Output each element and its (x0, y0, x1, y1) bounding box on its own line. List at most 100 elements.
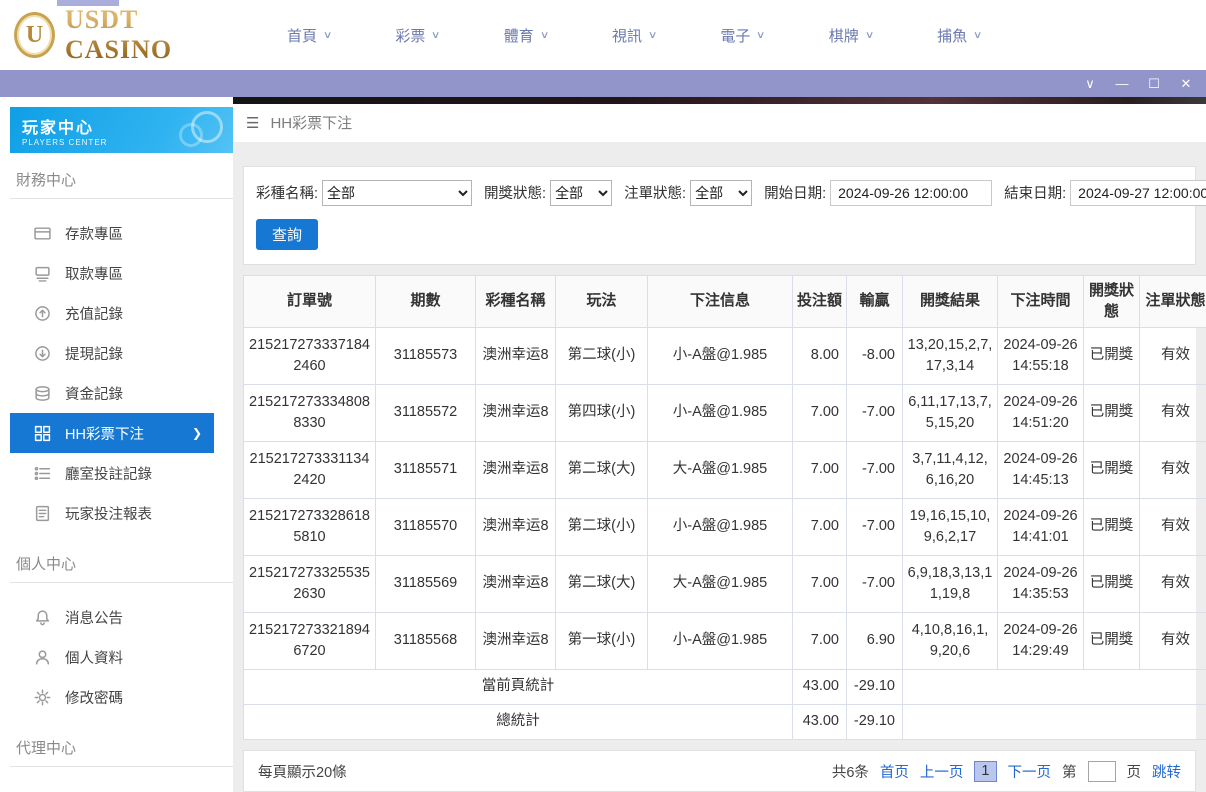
lottery-name-select[interactable]: 全部 (322, 179, 473, 206)
cashout-record-icon (34, 345, 51, 362)
first-page-link[interactable]: 首页 (880, 761, 909, 782)
sidebar-item-label: 充值記錄 (65, 306, 123, 323)
cell: 有效 (1139, 498, 1206, 556)
cell: 31185573 (375, 327, 476, 385)
nav-item[interactable]: 捕魚 ∨ (937, 25, 982, 46)
sidebar-item[interactable]: 取款專區 ❯ (10, 253, 214, 293)
page-jump-input[interactable] (1087, 760, 1116, 782)
player-report-icon (34, 505, 51, 522)
window-minimize-button[interactable]: — (1106, 70, 1138, 97)
cell: 13,20,15,2,7,17,3,14 (902, 327, 998, 385)
start-date-input[interactable] (830, 179, 993, 206)
cell: 第二球(大) (555, 555, 648, 613)
cell: 澳洲幸运8 (475, 384, 556, 442)
sidebar-item-label: 個人資料 (65, 650, 123, 667)
order-status-select[interactable]: 全部 (690, 179, 753, 206)
cell: 2024-09-26 14:41:01 (997, 498, 1084, 556)
prev-page-link[interactable]: 上一页 (920, 761, 964, 782)
search-button[interactable]: 查詢 (256, 218, 318, 250)
hall-record-icon (34, 465, 51, 482)
cell: 7.00 (792, 498, 847, 556)
sidebar-menu: 財務中心 存款專區 ❯ 取款專區 ❯ 充值記錄 ❯ 提現記錄 ❯ 資金記錄 ❯ … (10, 153, 233, 792)
nav-item[interactable]: 體育 ∨ (504, 25, 550, 46)
sidebar-title: 玩家中心 (22, 120, 95, 137)
sidebar-item[interactable]: 消息公告 ❯ (10, 597, 214, 637)
sidebar-item-label: 存款專區 (65, 226, 123, 243)
table-row: 2152172733311342420 31185571 澳洲幸运8 第二球(大) 大-… (243, 441, 1206, 499)
nav-item[interactable]: 視訊 ∨ (612, 25, 657, 46)
table-row: 2152172733348088330 31185572 澳洲幸运8 第四球(小) 小-… (243, 384, 1206, 442)
sidebar-subtitle: PLAYERS CENTER (22, 138, 108, 147)
cell: 小-A盤@1.985 (647, 327, 793, 385)
logo[interactable]: U USDT CASINO (14, 5, 229, 65)
sidebar-item[interactable]: 資金記錄 ❯ (10, 373, 214, 413)
hamburger-menu-icon[interactable]: ☰ (246, 114, 259, 132)
sidebar-item[interactable]: 代理規則說明 ❯ (10, 781, 214, 792)
column-header: 注單狀態 (1139, 274, 1206, 328)
sidebar-item[interactable]: 個人資料 ❯ (10, 637, 214, 677)
cell: 已開獎 (1083, 384, 1140, 442)
sidebar-item[interactable]: HH彩票下注 ❯ (10, 413, 214, 453)
summary-winloss-total: -29.10 (846, 669, 903, 705)
sidebar-item[interactable]: 充值記錄 ❯ (10, 293, 214, 333)
nav-item[interactable]: 彩票 ∨ (395, 25, 441, 46)
lottery-name-label: 彩種名稱: (256, 186, 319, 202)
person-icon (34, 649, 51, 666)
chevron-down-icon: ∨ (539, 29, 550, 41)
draw-status-label: 開獎狀態: (484, 186, 547, 202)
sidebar-section: 財務中心 存款專區 ❯ 取款專區 ❯ 充值記錄 ❯ 提現記錄 ❯ 資金記錄 ❯ … (10, 153, 233, 537)
jump-prefix-label: 第 (1062, 764, 1077, 781)
draw-status-select[interactable]: 全部 (550, 179, 613, 206)
cell: 2024-09-26 14:29:49 (997, 612, 1084, 670)
window-chevron-button[interactable]: ∨ (1074, 70, 1106, 97)
cell: -7.00 (846, 498, 903, 556)
cell: 6,11,17,13,7,5,15,20 (902, 384, 998, 442)
main-nav: 首頁 ∨ 彩票 ∨ 體育 ∨ 視訊 ∨ 電子 ∨ 棋牌 ∨ 捕魚 ∨ (287, 25, 983, 46)
chevron-down-icon: ∨ (431, 29, 441, 41)
nav-item-label: 首頁 (287, 27, 318, 45)
current-page-indicator: 1 (974, 760, 997, 782)
sidebar-header: 玩家中心 PLAYERS CENTER (10, 107, 233, 153)
cell: 31185571 (375, 441, 476, 499)
cell: 有效 (1139, 612, 1206, 670)
cell: 2024-09-26 14:51:20 (997, 384, 1084, 442)
funds-record-icon (34, 385, 51, 402)
bell-icon (34, 609, 51, 626)
filter-panel: 彩種名稱: 全部 開獎狀態: 全部 注單狀態: 全部 開始日期: 2024-09… (243, 165, 1206, 265)
sidebar-item[interactable]: 提現記錄 ❯ (10, 333, 214, 373)
chevron-down-icon: ∨ (864, 29, 875, 41)
sidebar-item-label: 廳室投註記錄 (65, 466, 152, 483)
column-header: 開獎結果 (902, 274, 998, 328)
sidebar-section-items: 代理規則說明 ❯ (10, 767, 233, 792)
cell: 第一球(小) (555, 612, 648, 670)
nav-item-label: 棋牌 (828, 27, 859, 45)
sidebar-item[interactable]: 玩家投注報表 ❯ (10, 493, 214, 533)
cell: 澳洲幸运8 (475, 555, 556, 613)
nav-item[interactable]: 棋牌 ∨ (828, 25, 875, 46)
cell: 2152172733348088330 (243, 384, 376, 442)
cell: 大-A盤@1.985 (647, 441, 793, 499)
next-page-link[interactable]: 下一页 (1008, 761, 1052, 782)
cell: 已開獎 (1083, 441, 1140, 499)
cell: 31185572 (375, 384, 476, 442)
sidebar: 玩家中心 PLAYERS CENTER 財務中心 存款專區 ❯ 取款專區 ❯ 充… (0, 97, 233, 792)
window-maximize-button[interactable]: ☐ (1138, 70, 1170, 97)
cell: 已開獎 (1083, 612, 1140, 670)
window-close-button[interactable]: ✕ (1170, 70, 1202, 97)
table-row: 2152172733286185810 31185570 澳洲幸运8 第二球(小) 小-… (243, 498, 1206, 556)
breadcrumb: ☰ HH彩票下注 (233, 103, 1206, 142)
deposit-card-icon (34, 225, 51, 242)
summary-empty (902, 669, 1206, 705)
page-size-text: 每頁顯示20條 (258, 764, 347, 781)
sidebar-item[interactable]: 存款專區 ❯ (10, 213, 214, 253)
sidebar-item[interactable]: 修改密碼 ❯ (10, 677, 214, 717)
nav-item[interactable]: 電子 ∨ (720, 25, 765, 46)
jump-button[interactable]: 跳转 (1152, 761, 1181, 782)
end-date-input[interactable] (1070, 179, 1206, 206)
nav-item-label: 捕魚 (937, 27, 968, 45)
summary-empty (902, 704, 1206, 740)
sidebar-item[interactable]: 廳室投註記錄 ❯ (10, 453, 214, 493)
nav-item[interactable]: 首頁 ∨ (287, 25, 332, 46)
summary-label: 總統計 (243, 704, 793, 740)
cell: 2024-09-26 14:55:18 (997, 327, 1084, 385)
